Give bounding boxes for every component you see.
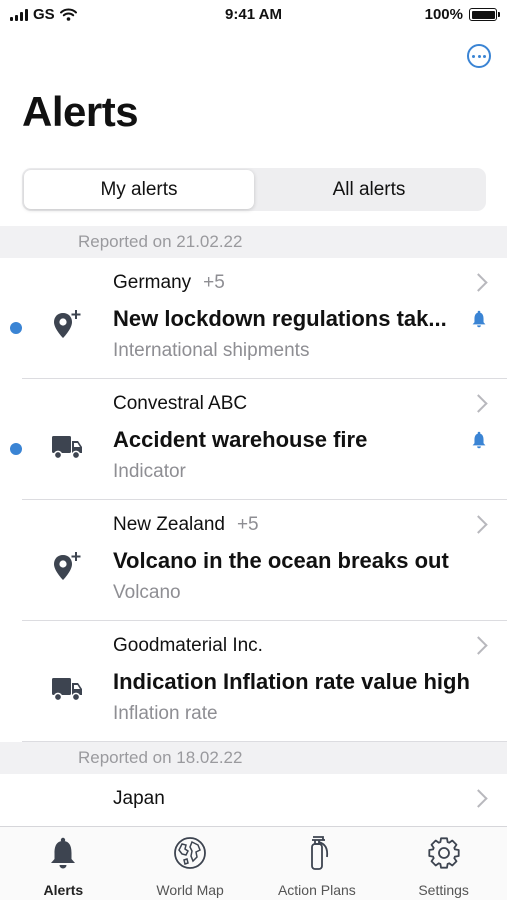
tab-label: Settings (418, 882, 469, 898)
alerts-filter-segmented-control: My alerts All alerts (22, 168, 486, 211)
alert-text: Goodmaterial Inc. Indication Inflation ra… (113, 633, 475, 727)
battery-percent: 100% (424, 6, 463, 23)
section-header: Reported on 21.02.22 (0, 226, 507, 258)
alert-title: Indication Inflation rate value high (113, 669, 470, 694)
segment-all-alerts[interactable]: All alerts (254, 170, 484, 209)
tab-label: World Map (156, 882, 224, 898)
tab-action-plans[interactable]: Action Plans (254, 827, 381, 900)
tab-alerts[interactable]: Alerts (0, 827, 127, 900)
tab-bar: Alerts World Map Action Plans Settings (0, 826, 507, 900)
notification-bell-icon (471, 310, 487, 333)
section-header: Reported on 18.02.22 (0, 742, 507, 774)
alert-location-name: Goodmaterial Inc. (113, 635, 263, 656)
battery-icon (469, 8, 500, 21)
alert-location: Germany +5 (113, 270, 475, 296)
alert-category: Indicator (113, 461, 186, 482)
alert-row[interactable]: Goodmaterial Inc. Indication Inflation ra… (0, 621, 507, 742)
alert-row[interactable]: Germany +5 New lockdown regulations tak...… (0, 258, 507, 379)
alert-location-name: New Zealand (113, 514, 225, 535)
unread-indicator (10, 443, 22, 455)
status-bar: GS 9:41 AM 100% (0, 0, 507, 30)
alert-title: Volcano in the ocean breaks out (113, 548, 449, 573)
segment-my-alerts[interactable]: My alerts (24, 170, 254, 209)
alert-location: New Zealand +5 (113, 512, 475, 538)
truck-icon (50, 429, 84, 463)
alert-location-name: Germany (113, 272, 192, 293)
globe-icon (173, 835, 207, 871)
alert-text: Japan (113, 786, 475, 812)
alert-row[interactable]: New Zealand +5 Volcano in the ocean breaks… (0, 500, 507, 621)
alert-text: Convestral ABC Accident warehouse fire Ind… (113, 391, 475, 485)
alert-category: Volcano (113, 582, 181, 603)
alert-category: Inflation rate (113, 703, 218, 724)
status-right: 100% (424, 6, 500, 23)
alert-location-count: +5 (236, 514, 259, 535)
alert-row[interactable]: Japan (0, 774, 507, 826)
tab-label: Alerts (43, 882, 84, 898)
notification-bell-icon (471, 431, 487, 454)
alert-category: International shipments (113, 340, 310, 361)
truck-icon (50, 671, 84, 705)
page-title: Alerts (22, 88, 139, 135)
alert-location: Goodmaterial Inc. (113, 633, 475, 659)
alert-title: Accident warehouse fire (113, 427, 368, 452)
more-button[interactable] (467, 44, 491, 68)
location-plus-icon (50, 550, 84, 584)
alert-title: New lockdown regulations tak... (113, 306, 447, 331)
alert-location-name: Japan (113, 788, 165, 809)
gear-icon (427, 835, 461, 871)
alerts-list[interactable]: Reported on 21.02.22 Germany +5 New lockdow… (0, 226, 507, 826)
tab-settings[interactable]: Settings (380, 827, 507, 900)
tab-label: Action Plans (277, 882, 356, 898)
fire-extinguisher-icon (303, 835, 331, 871)
unread-indicator (10, 322, 22, 334)
alert-text: New Zealand +5 Volcano in the ocean breaks… (113, 512, 475, 606)
alert-location-name: Convestral ABC (113, 393, 248, 414)
alert-location: Japan (113, 786, 475, 812)
location-plus-icon (50, 308, 84, 342)
divider (22, 741, 507, 742)
alert-location-count: +5 (203, 272, 225, 293)
bell-icon (48, 835, 78, 871)
alert-location: Convestral ABC (113, 391, 475, 417)
tab-world-map[interactable]: World Map (127, 827, 254, 900)
alert-text: Germany +5 New lockdown regulations tak...… (113, 270, 475, 364)
alert-row[interactable]: Convestral ABC Accident warehouse fire Ind… (0, 379, 507, 500)
